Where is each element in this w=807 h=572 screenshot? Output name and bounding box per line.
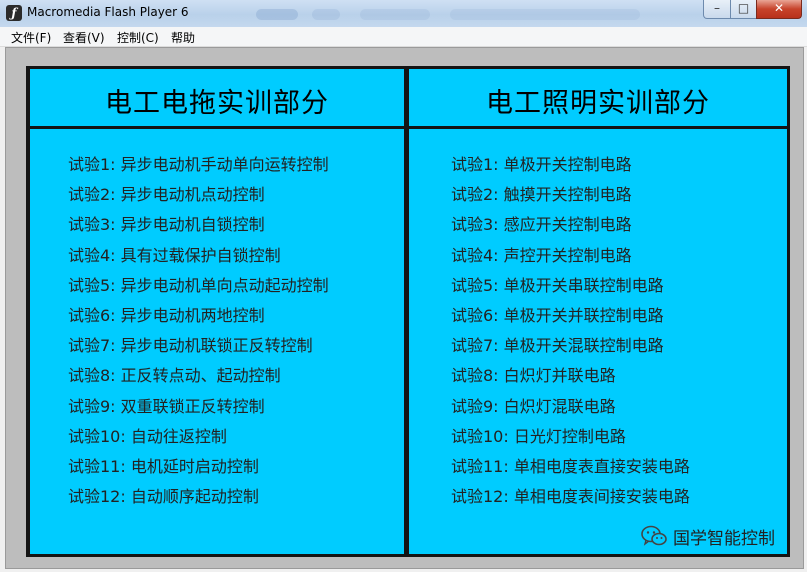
flash-content-area: 电工电拖实训部分 电工照明实训部分 试验1: 异步电动机手动单向运转控制 试验2… xyxy=(5,47,804,569)
flash-stage: 电工电拖实训部分 电工照明实训部分 试验1: 异步电动机手动单向运转控制 试验2… xyxy=(26,66,790,557)
right-panel-body: 试验1: 单极开关控制电路 试验2: 触摸开关控制电路 试验3: 感应开关控制电… xyxy=(409,129,787,554)
blurred-taskbar-region xyxy=(360,9,430,20)
left-experiment-list: 试验1: 异步电动机手动单向运转控制 试验2: 异步电动机点动控制 试验3: 异… xyxy=(68,151,329,513)
flash-app-icon[interactable]: ƒ xyxy=(6,5,22,21)
left-experiment-8[interactable]: 试验8: 正反转点动、起动控制 xyxy=(68,362,329,392)
right-panel-title: 电工照明实训部分 xyxy=(486,88,710,119)
wechat-icon xyxy=(641,525,667,546)
right-panel-header: 电工照明实训部分 xyxy=(409,69,787,126)
left-experiment-4[interactable]: 试验4: 具有过载保护自锁控制 xyxy=(68,242,329,272)
left-experiment-7[interactable]: 试验7: 异步电动机联锁正反转控制 xyxy=(68,332,329,362)
left-experiment-10[interactable]: 试验10: 自动往返控制 xyxy=(68,423,329,453)
left-experiment-12[interactable]: 试验12: 自动顺序起动控制 xyxy=(68,483,329,513)
left-panel-body: 试验1: 异步电动机手动单向运转控制 试验2: 异步电动机点动控制 试验3: 异… xyxy=(30,129,404,554)
left-experiment-9[interactable]: 试验9: 双重联锁正反转控制 xyxy=(68,393,329,423)
menu-bar: 文件(F) 查看(V) 控制(C) 帮助 xyxy=(0,27,807,47)
right-experiment-10[interactable]: 试验10: 日光灯控制电路 xyxy=(451,423,690,453)
right-experiment-11[interactable]: 试验11: 单相电度表直接安装电路 xyxy=(451,453,690,483)
right-experiment-7[interactable]: 试验7: 单极开关混联控制电路 xyxy=(451,332,690,362)
window-title: Macromedia Flash Player 6 xyxy=(27,5,189,19)
left-experiment-1[interactable]: 试验1: 异步电动机手动单向运转控制 xyxy=(68,151,329,181)
close-button[interactable]: ✕ xyxy=(756,0,802,19)
left-experiment-11[interactable]: 试验11: 电机延时启动控制 xyxy=(68,453,329,483)
right-experiment-6[interactable]: 试验6: 单极开关并联控制电路 xyxy=(451,302,690,332)
left-experiment-6[interactable]: 试验6: 异步电动机两地控制 xyxy=(68,302,329,332)
window-titlebar[interactable]: ƒ Macromedia Flash Player 6 – □ ✕ xyxy=(0,0,807,28)
blurred-taskbar-region xyxy=(256,9,298,20)
minimize-button[interactable]: – xyxy=(703,0,731,19)
left-experiment-5[interactable]: 试验5: 异步电动机单向点动起动控制 xyxy=(68,272,329,302)
left-panel-title: 电工电拖实训部分 xyxy=(105,88,329,119)
maximize-button[interactable]: □ xyxy=(730,0,757,19)
left-experiment-2[interactable]: 试验2: 异步电动机点动控制 xyxy=(68,181,329,211)
menu-file[interactable]: 文件(F) xyxy=(11,29,51,46)
watermark-text: 国学智能控制 xyxy=(673,528,775,549)
right-experiment-5[interactable]: 试验5: 单极开关串联控制电路 xyxy=(451,272,690,302)
menu-view[interactable]: 查看(V) xyxy=(63,29,105,46)
right-experiment-1[interactable]: 试验1: 单极开关控制电路 xyxy=(451,151,690,181)
menu-help[interactable]: 帮助 xyxy=(171,29,195,46)
blurred-taskbar-region xyxy=(450,9,640,20)
left-panel-header: 电工电拖实训部分 xyxy=(30,69,404,126)
right-experiment-list: 试验1: 单极开关控制电路 试验2: 触摸开关控制电路 试验3: 感应开关控制电… xyxy=(451,151,690,513)
right-experiment-12[interactable]: 试验12: 单相电度表间接安装电路 xyxy=(451,483,690,513)
menu-control[interactable]: 控制(C) xyxy=(117,29,159,46)
right-experiment-9[interactable]: 试验9: 白炽灯混联电路 xyxy=(451,393,690,423)
left-experiment-3[interactable]: 试验3: 异步电动机自锁控制 xyxy=(68,211,329,241)
right-experiment-4[interactable]: 试验4: 声控开关控制电路 xyxy=(451,242,690,272)
right-experiment-8[interactable]: 试验8: 白炽灯并联电路 xyxy=(451,362,690,392)
right-experiment-2[interactable]: 试验2: 触摸开关控制电路 xyxy=(451,181,690,211)
watermark: 国学智能控制 xyxy=(641,523,775,549)
right-experiment-3[interactable]: 试验3: 感应开关控制电路 xyxy=(451,211,690,241)
blurred-taskbar-region xyxy=(312,9,340,20)
